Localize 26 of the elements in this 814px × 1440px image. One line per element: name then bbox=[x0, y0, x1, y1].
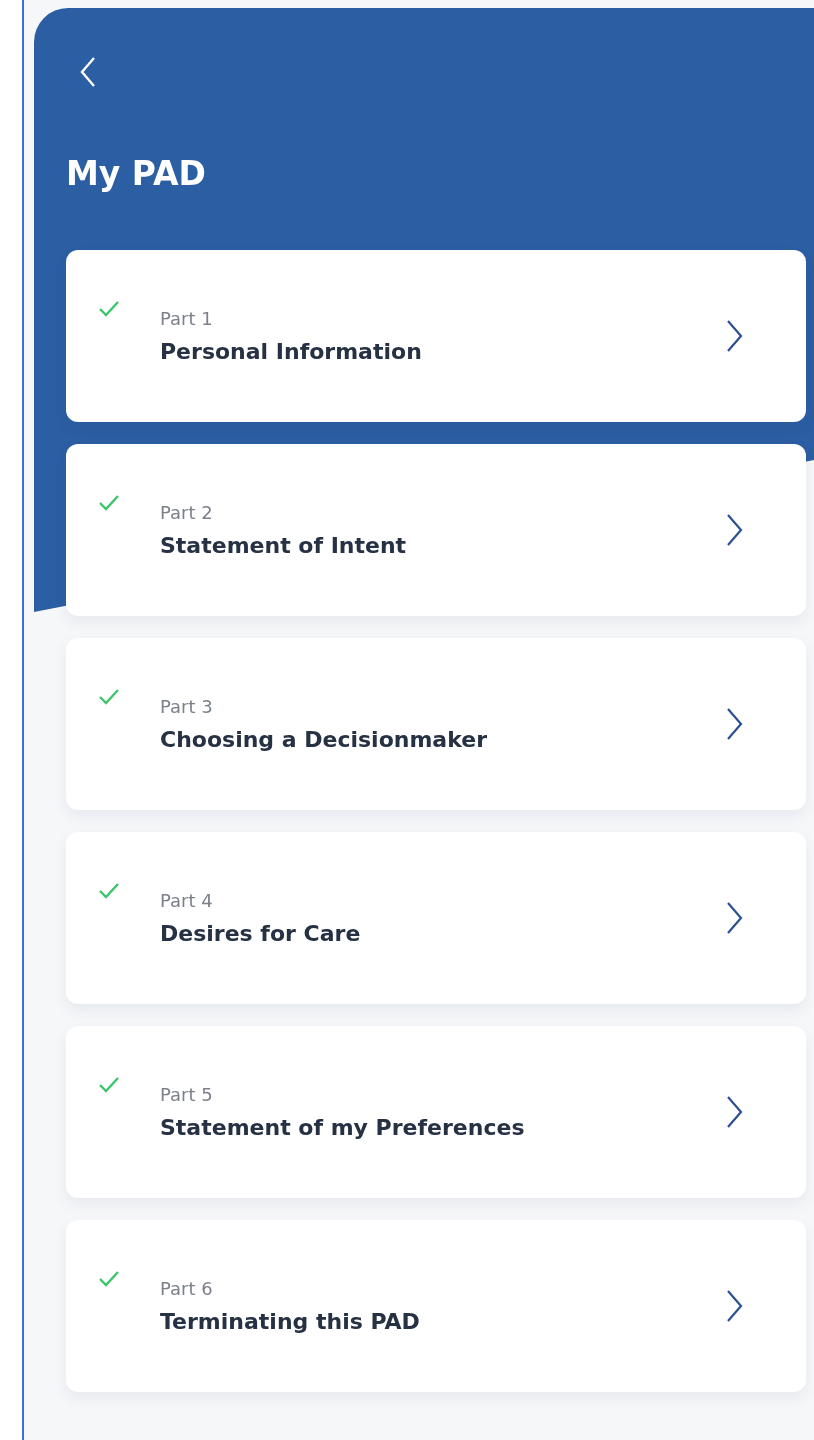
page-title: My PAD bbox=[66, 153, 206, 195]
chevron-right-icon bbox=[726, 1289, 744, 1323]
part-title: Statement of my Preferences bbox=[160, 1115, 526, 1140]
chevron-right-icon bbox=[726, 901, 744, 935]
part-title: Terminating this PAD bbox=[160, 1309, 421, 1334]
part-title: Choosing a Decisionmaker bbox=[160, 727, 488, 752]
part-label: Part 2 bbox=[160, 502, 214, 523]
chevron-right-icon bbox=[726, 319, 744, 353]
chevron-right-icon bbox=[726, 1095, 744, 1129]
part-label: Part 3 bbox=[160, 696, 214, 717]
part-label: Part 4 bbox=[160, 890, 214, 911]
part-card[interactable]: Part 3 Choosing a Decisionmaker bbox=[66, 638, 806, 810]
part-card[interactable]: Part 5 Statement of my Preferences bbox=[66, 1026, 806, 1198]
chevron-right-icon bbox=[726, 707, 744, 741]
part-label: Part 1 bbox=[160, 308, 214, 329]
back-chevron-icon bbox=[78, 56, 98, 88]
part-card[interactable]: Part 4 Desires for Care bbox=[66, 832, 806, 1004]
chevron-right-icon bbox=[726, 513, 744, 547]
part-card[interactable]: Part 2 Statement of Intent bbox=[66, 444, 806, 616]
part-title: Personal Information bbox=[160, 339, 423, 364]
part-label: Part 5 bbox=[160, 1084, 214, 1105]
part-card[interactable]: Part 6 Terminating this PAD bbox=[66, 1220, 806, 1392]
part-title: Statement of Intent bbox=[160, 533, 408, 558]
part-label: Part 6 bbox=[160, 1278, 214, 1299]
part-title: Desires for Care bbox=[160, 921, 362, 946]
part-card[interactable]: Part 1 Personal Information bbox=[66, 250, 806, 422]
